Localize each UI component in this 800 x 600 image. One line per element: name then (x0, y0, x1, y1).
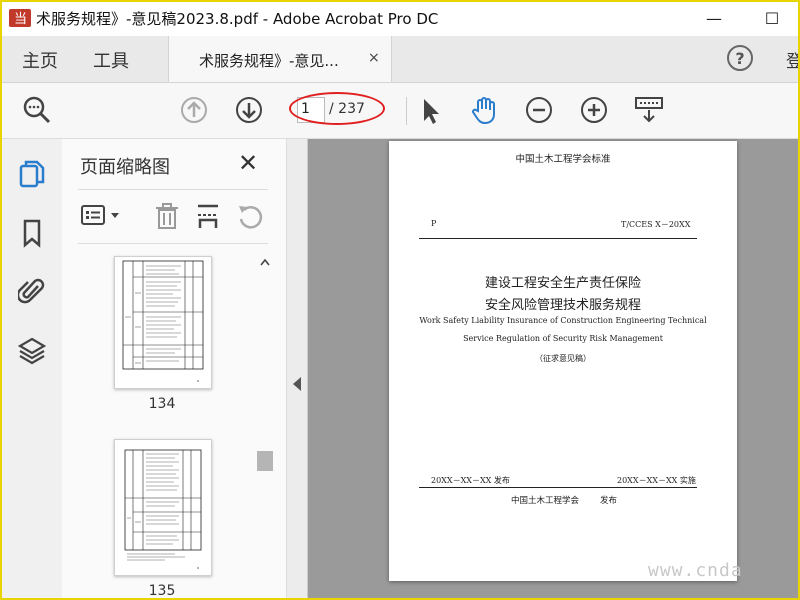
panel-divider (78, 189, 268, 190)
standard-code-prefix: P (431, 219, 437, 228)
page-thumbnails-panel: 页面缩略图 ✕ 134 135 (62, 139, 287, 600)
home-tab[interactable]: 主页 (22, 47, 58, 73)
maximize-button[interactable]: ☐ (758, 6, 786, 30)
app-logo-icon: 当 (8, 8, 32, 28)
footer-rule (419, 487, 697, 488)
sign-in-link[interactable]: 登 (786, 47, 800, 72)
implement-date: 20XX－XX－XX 实施 (617, 476, 696, 485)
svg-text:当: 当 (14, 12, 27, 27)
zoom-in-icon[interactable] (579, 95, 609, 125)
rotate-page-icon[interactable] (236, 201, 264, 231)
window-title: 术服务规程》-意见稿2023.8.pdf - Adobe Acrobat Pro… (36, 10, 439, 28)
page-display-icon[interactable] (634, 95, 664, 125)
title-chinese-line2: 安全风险管理技术服务规程 (484, 298, 641, 313)
document-tab-title: 术服务规程》-意见... (199, 52, 339, 70)
select-cursor-icon[interactable] (416, 95, 446, 125)
find-zoom-icon[interactable] (22, 95, 52, 125)
issuer-footer: 中国土木工程学会 (511, 496, 580, 506)
document-tab[interactable]: 术服务规程》-意见... × (168, 36, 392, 82)
thumbnail-page-label: 135 (148, 583, 176, 599)
title-bar: 当 术服务规程》-意见稿2023.8.pdf - Adobe Acrobat P… (0, 0, 800, 36)
extract-pages-icon[interactable] (195, 201, 221, 231)
panel-divider (78, 243, 268, 244)
document-view: 中国土木工程学会标准 P T/CCES X－20XX 建设工程安全生产责任保险 … (287, 139, 800, 600)
title-english-line2: Service Regulation of Security Risk Mana… (463, 334, 663, 343)
previous-page-icon[interactable] (179, 95, 209, 125)
close-panel-button[interactable]: ✕ (238, 149, 258, 177)
publish-date: 20XX－XX－XX 发布 (431, 476, 510, 485)
pdf-page: 中国土木工程学会标准 P T/CCES X－20XX 建设工程安全生产责任保险 … (389, 141, 737, 581)
thumbnail-page-134[interactable] (114, 256, 212, 389)
standard-issuer-header: 中国土木工程学会标准 (515, 154, 611, 165)
menu-tab-bar: 主页 工具 术服务规程》-意见... × ? 登 (0, 36, 800, 83)
page-thumbnails-icon[interactable] (18, 159, 46, 189)
document-tab-close-button[interactable]: × (368, 50, 380, 66)
issuer-footer-action: 发布 (600, 496, 618, 506)
title-chinese-line1: 建设工程安全生产责任保险 (484, 276, 641, 291)
header-rule (419, 238, 697, 239)
panel-title: 页面缩略图 (80, 157, 170, 178)
attachments-icon[interactable] (16, 276, 46, 306)
standard-code: T/CCES X－20XX (621, 220, 691, 229)
panel-collapse-handle[interactable] (287, 139, 308, 600)
tools-tab[interactable]: 工具 (93, 47, 129, 73)
bookmarks-icon[interactable] (18, 218, 46, 248)
watermark-text: www.cnda (648, 560, 743, 581)
delete-page-icon[interactable] (154, 201, 180, 231)
thumbnail-options-menu[interactable] (80, 201, 124, 231)
thumbnails-scrollbar[interactable] (256, 255, 274, 600)
toolbar-divider (406, 97, 407, 125)
hand-tool-icon[interactable] (469, 95, 499, 125)
scroll-up-arrow-icon[interactable] (260, 255, 270, 269)
document-scrollbar[interactable] (780, 139, 800, 600)
next-page-icon[interactable] (234, 95, 264, 125)
main-toolbar: 1 / 237 (0, 83, 800, 139)
thumbnail-page-label: 134 (148, 396, 176, 412)
title-english-line1: Work Safety Liability Insurance of Const… (419, 316, 707, 325)
scrollbar-thumb[interactable] (257, 451, 273, 471)
red-annotation-ellipse (289, 92, 385, 125)
collapse-arrow-icon[interactable] (293, 377, 301, 391)
help-button[interactable]: ? (727, 45, 753, 71)
layers-icon[interactable] (17, 335, 47, 365)
thumbnail-page-135[interactable] (114, 439, 212, 576)
draft-note: （征求意见稿） (535, 354, 591, 363)
left-navigation-rail (0, 139, 63, 600)
zoom-out-icon[interactable] (524, 95, 554, 125)
minimize-button[interactable]: — (700, 6, 728, 30)
